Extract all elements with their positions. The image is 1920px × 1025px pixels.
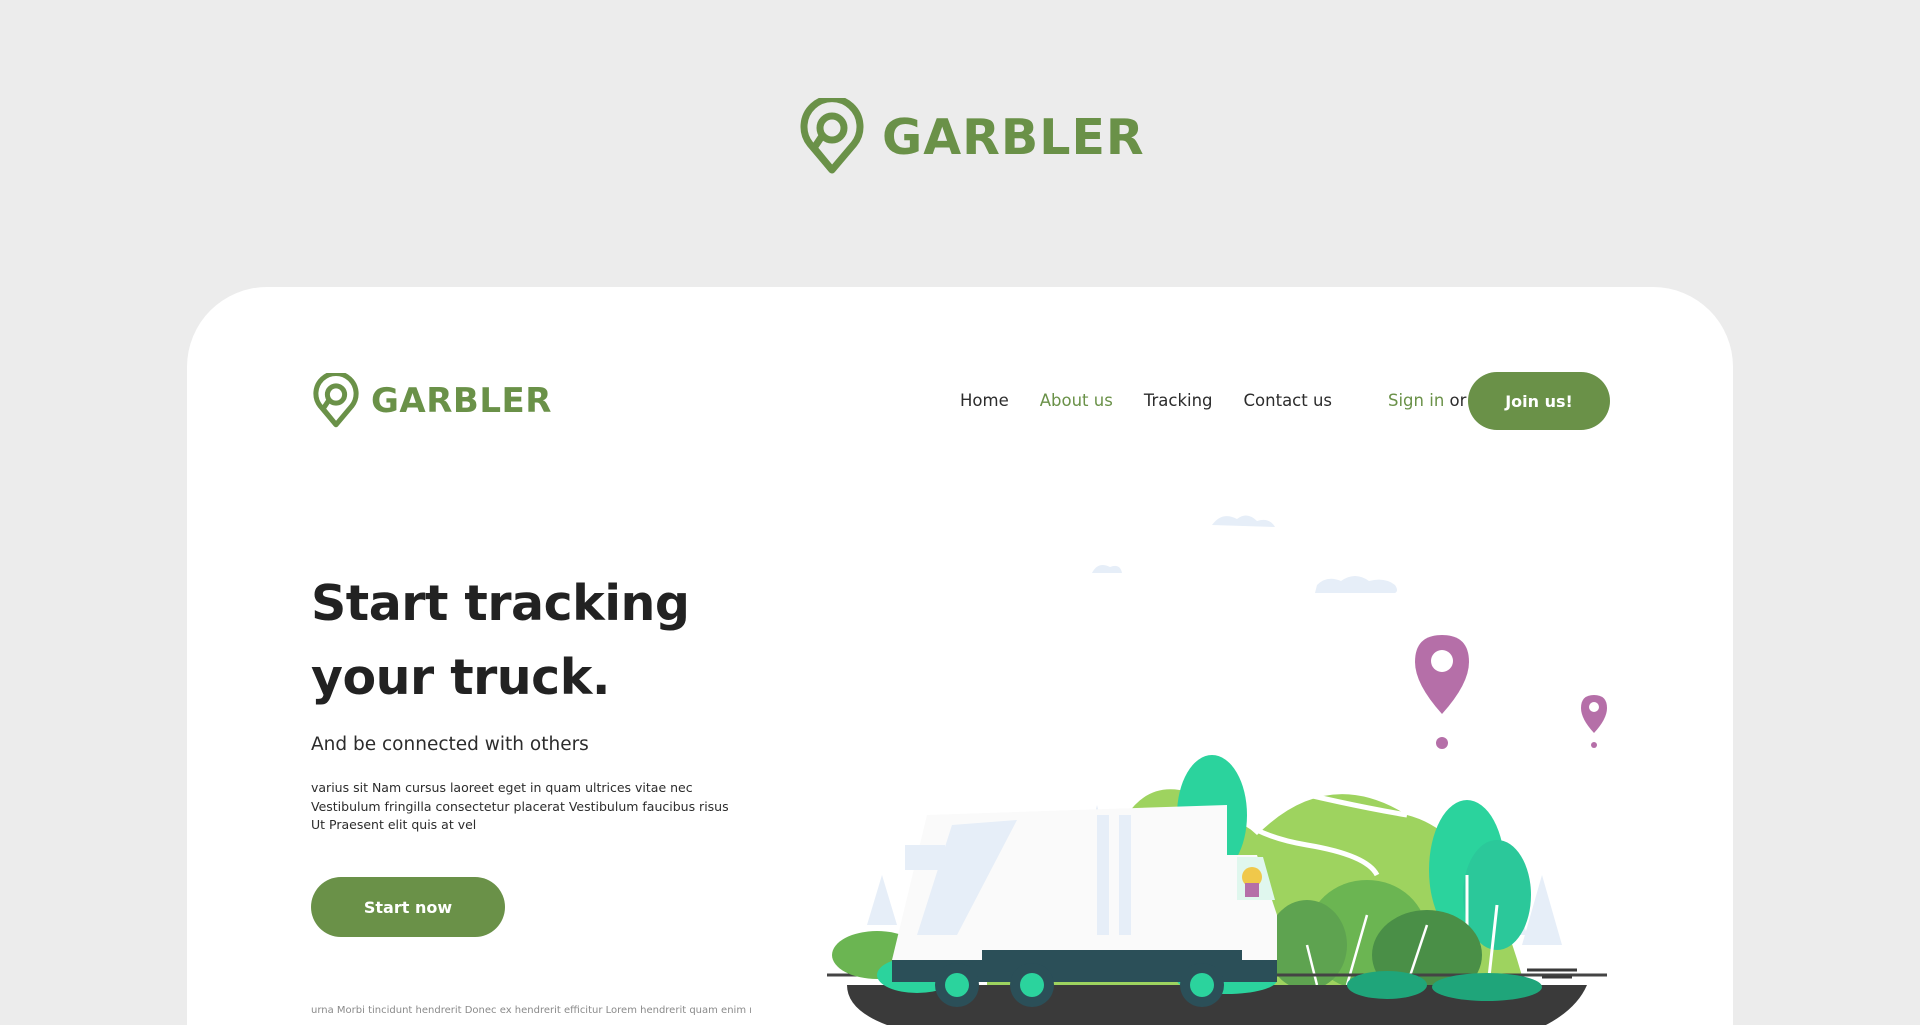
- nav-link-tracking[interactable]: Tracking: [1144, 391, 1213, 410]
- hero-paragraph: varius sit Nam cursus laoreet eget in qu…: [311, 779, 771, 835]
- sign-in-link[interactable]: Sign in: [1388, 391, 1444, 410]
- paragraph-line: Vestibulum fringilla consectetur placera…: [311, 798, 729, 814]
- location-pin-icon: [800, 98, 864, 174]
- top-logo: GARBLER: [800, 98, 1145, 176]
- map-pin-small-icon: [1581, 695, 1607, 748]
- hero-headline: Start tracking your truck.: [311, 567, 690, 715]
- footer-text: urna Morbi tincidunt hendrerit Donec ex …: [311, 1005, 751, 1016]
- garbage-truck: [892, 805, 1277, 1007]
- hero-headline-line1: Start tracking: [311, 575, 690, 632]
- or-text: or: [1449, 391, 1467, 410]
- clouds: [1092, 515, 1397, 593]
- nav-logo[interactable]: GARBLER: [313, 373, 552, 429]
- nav-brand-wordmark: GARBLER: [371, 381, 552, 421]
- start-now-button[interactable]: Start now: [311, 877, 505, 937]
- hero-headline-line2: your truck.: [311, 649, 610, 706]
- nav-link-contact[interactable]: Contact us: [1244, 391, 1333, 410]
- hero-subheadline: And be connected with others: [311, 734, 589, 755]
- main-nav: Home About us Tracking Contact us: [960, 391, 1332, 410]
- auth-links: Sign in or: [1388, 391, 1466, 410]
- location-pin-icon: [313, 373, 359, 428]
- truck-illustration: [827, 515, 1607, 1025]
- nav-link-home[interactable]: Home: [960, 391, 1009, 410]
- join-us-button[interactable]: Join us!: [1468, 372, 1610, 430]
- brand-wordmark: GARBLER: [882, 108, 1145, 166]
- landing-card: GARBLER Home About us Tracking Contact u…: [187, 287, 1733, 1025]
- map-pin-icon: [1415, 635, 1469, 749]
- paragraph-line: varius sit Nam cursus laoreet eget in qu…: [311, 780, 693, 795]
- nav-link-about[interactable]: About us: [1040, 391, 1113, 410]
- paragraph-line: Ut Praesent elit quis at vel: [311, 817, 477, 832]
